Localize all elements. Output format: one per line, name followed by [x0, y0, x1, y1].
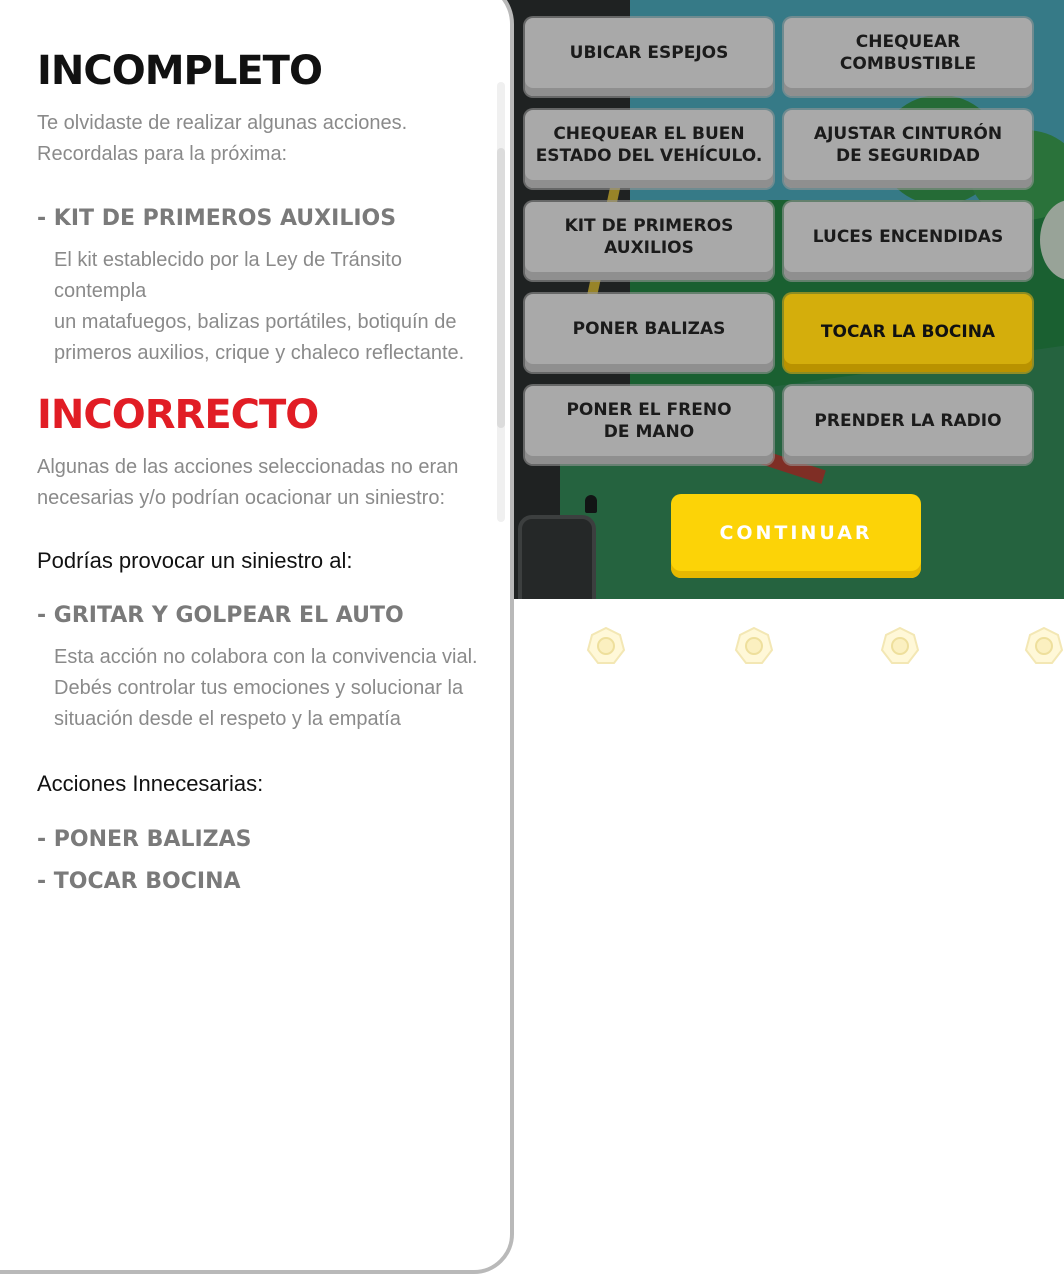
option-ajustar-cinturon[interactable]: AJUSTAR CINTURÓN DE SEGURIDAD	[784, 110, 1032, 188]
option-ubicar-espejos[interactable]: UBICAR ESPEJOS	[525, 18, 773, 96]
unnecessary-item: - TOCAR BOCINA	[37, 869, 241, 894]
danger-heading: Podrías provocar un siniestro al:	[37, 548, 353, 573]
continue-button[interactable]: CONTINUAR	[671, 494, 921, 578]
feedback-panel	[0, 0, 514, 1274]
option-chequear-combustible[interactable]: CHEQUEAR COMBUSTIBLE	[784, 18, 1032, 96]
option-kit-primeros-auxilios[interactable]: KIT DE PRIMEROS AUXILIOS	[525, 202, 773, 280]
incomplete-title: INCOMPLETO	[37, 48, 323, 94]
incomplete-intro: Te olvidaste de realizar algunas accione…	[37, 112, 408, 165]
option-freno-de-mano[interactable]: PONER EL FRENO DE MANO	[525, 386, 773, 464]
incorrect-title: INCORRECTO	[37, 392, 319, 438]
danger-action-title: - GRITAR Y GOLPEAR EL AUTO	[37, 603, 404, 628]
missing-action-desc: El kit establecido por la Ley de Tránsit…	[54, 249, 465, 364]
incorrect-intro: Algunas de las acciones seleccionadas no…	[37, 456, 459, 509]
option-chequear-estado-vehiculo[interactable]: CHEQUEAR EL BUEN ESTADO DEL VEHÍCULO.	[525, 110, 773, 188]
option-prender-radio[interactable]: PRENDER LA RADIO	[784, 386, 1032, 464]
missing-action-title: - KIT DE PRIMEROS AUXILIOS	[37, 206, 397, 231]
coin-icon	[1024, 626, 1064, 664]
danger-action-desc: Esta acción no colabora con la convivenc…	[54, 646, 478, 730]
option-luces-encendidas[interactable]: LUCES ENCENDIDAS	[784, 202, 1032, 280]
coin-icon	[734, 626, 774, 664]
unnecessary-item: - PONER BALIZAS	[37, 827, 252, 852]
scrollbar-thumb[interactable]	[497, 148, 505, 428]
unnecessary-heading: Acciones Innecesarias:	[37, 771, 264, 796]
coin-icon	[586, 626, 626, 664]
coin-icon	[880, 626, 920, 664]
option-tocar-bocina[interactable]: TOCAR LA BOCINA	[784, 294, 1032, 372]
option-poner-balizas[interactable]: PONER BALIZAS	[525, 294, 773, 372]
